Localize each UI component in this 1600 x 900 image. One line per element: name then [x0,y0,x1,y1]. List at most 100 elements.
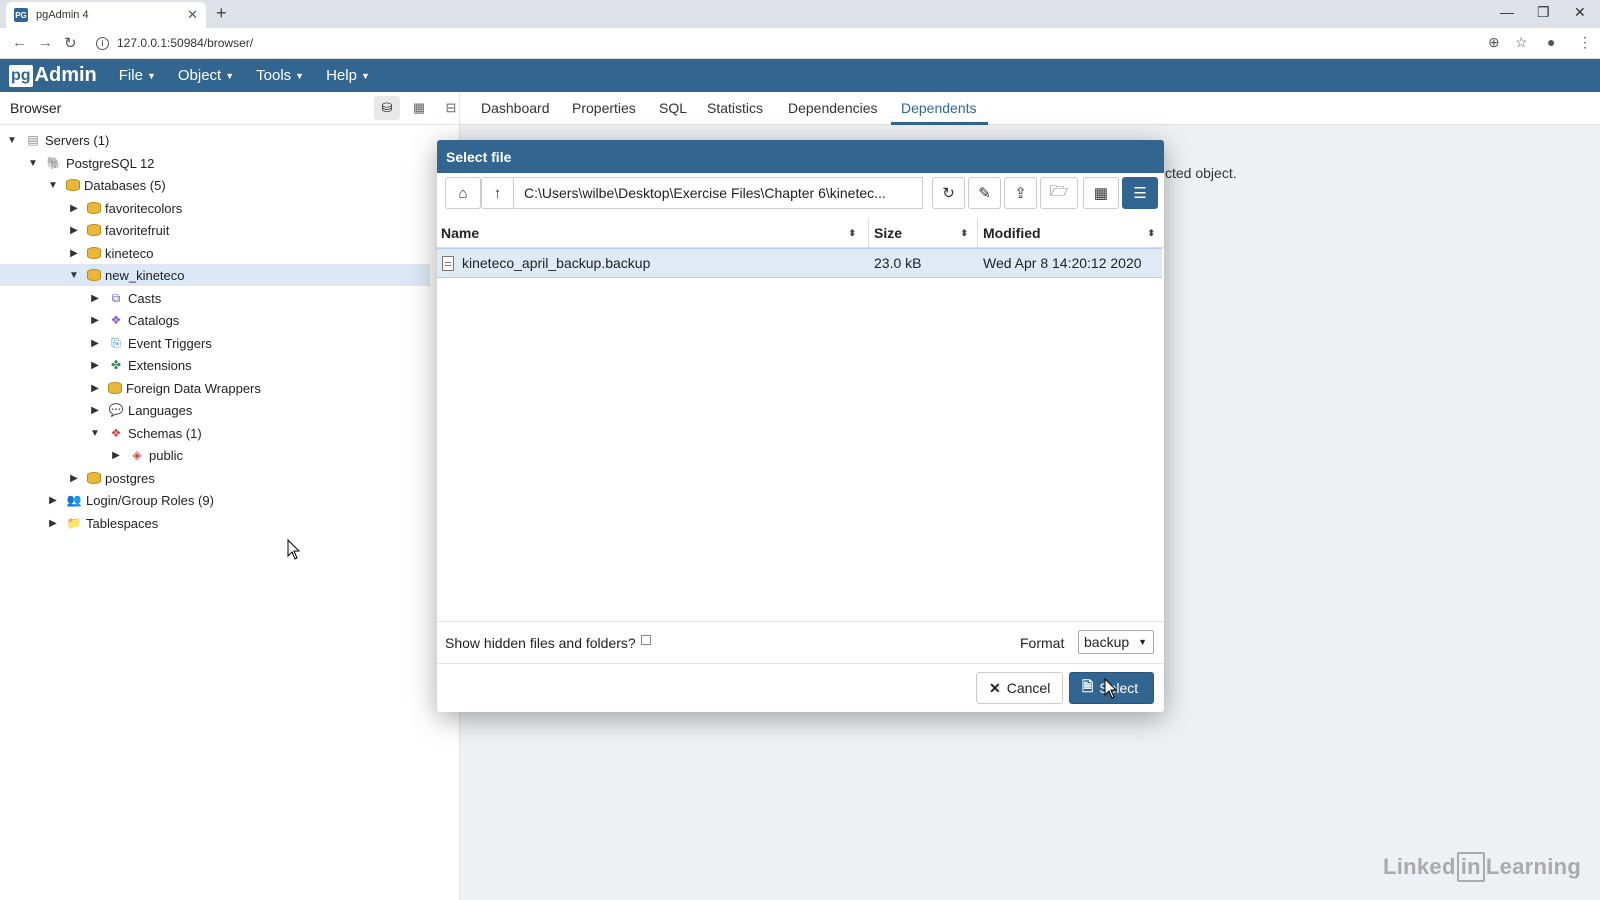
query-tool-icon[interactable]: ⛁ [374,96,400,120]
tab-sql[interactable]: SQL [659,100,687,116]
back-icon[interactable]: ← [12,34,27,51]
zoom-icon[interactable]: ⊕ [1488,34,1500,51]
menu-file[interactable]: File ▼ [119,67,156,84]
browser-tab[interactable]: PG pgAdmin 4 ✕ [6,2,206,28]
menu-help[interactable]: Help ▼ [326,67,370,84]
minimize-icon[interactable]: — [1500,4,1514,20]
new-folder-button[interactable]: 🗁 [1040,177,1078,209]
tree-item-tablespaces[interactable]: ▶ 📁 Tablespaces [46,512,158,534]
new-tab-icon[interactable]: + [216,3,227,24]
tree-item-postgres[interactable]: ▶ postgres [67,467,155,489]
sort-icon: ⬍ [960,227,968,238]
tree-item-kineteco[interactable]: ▶ kineteco [67,242,153,264]
linkedin-learning-watermark: Linked in Learning [1383,852,1581,882]
column-modified[interactable]: Modified ⬍ [983,218,1161,248]
chevron-right-icon[interactable]: ▶ [67,203,81,214]
database-icon [87,247,101,259]
restore-icon[interactable]: ❐ [1537,4,1550,21]
chrome-menu-icon[interactable]: ⋮ [1578,34,1592,51]
database-icon [87,202,101,214]
extensions-icon: ✤ [110,358,122,372]
mouse-cursor-icon [287,539,301,560]
view-data-icon[interactable]: ▦ [406,96,432,120]
tab-dependencies[interactable]: Dependencies [788,100,878,116]
chevron-right-icon[interactable]: ▶ [88,383,102,394]
tab-properties[interactable]: Properties [572,100,636,116]
tab-dependents[interactable]: Dependents [901,100,977,116]
column-name[interactable]: Name ⬍ [441,218,862,248]
chevron-down-icon[interactable]: ▼ [88,428,102,439]
chevron-down-icon[interactable]: ▼ [46,180,60,191]
show-hidden-checkbox[interactable] [640,635,651,645]
menu-tools[interactable]: Tools ▼ [256,67,304,84]
menu-object[interactable]: Object ▼ [178,67,234,84]
tree-item-casts[interactable]: ▶ ⧉ Casts [88,287,161,309]
chevron-right-icon[interactable]: ▶ [88,360,102,371]
tree-label: Casts [128,290,162,306]
close-window-icon[interactable]: ✕ [1574,4,1586,21]
tab-statistics[interactable]: Statistics [707,100,763,116]
tree-item-postgresql-12[interactable]: ▼ 🐘 PostgreSQL 12 [26,152,154,174]
chevron-right-icon[interactable]: ▶ [67,225,81,236]
forward-icon[interactable]: → [38,34,53,51]
chevron-right-icon[interactable]: ▶ [67,473,81,484]
file-name: kineteco_april_backup.backup [462,255,651,271]
tree-item-catalogs[interactable]: ▶ ❖ Catalogs [88,309,179,331]
dropdown-arrow-icon: ▼ [1138,637,1147,647]
column-divider [977,218,978,248]
tree-item-login-group-roles[interactable]: ▶ 👥 Login/Group Roles (9) [46,489,214,511]
chevron-right-icon[interactable]: ▶ [109,450,123,461]
list-view-button[interactable]: ☰ [1122,177,1158,209]
tree-label: Servers (1) [45,132,110,148]
refresh-button[interactable]: ↻ [932,177,965,209]
new-folder-icon: 🗁 [1049,182,1069,200]
tree-item-event-triggers[interactable]: ▶ ⎘ Event Triggers [88,332,212,354]
roles-icon: 👥 [66,493,82,507]
refresh-icon: ↻ [942,185,955,202]
column-name-label: Name [441,225,480,241]
tree-item-public[interactable]: ▶ ◈ public [109,444,183,466]
rename-button[interactable]: ✎ [968,177,1001,209]
tree-label: Catalogs [128,312,180,328]
path-input[interactable]: C:\Users\wilbe\Desktop\Exercise Files\Ch… [513,177,923,209]
tree-item-schemas[interactable]: ▼ ❖ Schemas (1) [88,422,202,444]
tree-label: Login/Group Roles (9) [86,492,214,508]
tree-item-favoritecolors[interactable]: ▶ favoritecolors [67,197,182,219]
site-info-icon[interactable]: i [96,36,109,50]
url-field[interactable]: i 127.0.0.1:50984/browser/ [96,31,1496,55]
chevron-right-icon[interactable]: ▶ [46,495,60,506]
reload-icon[interactable]: ↻ [64,34,77,52]
chevron-right-icon[interactable]: ▶ [46,518,60,529]
tree-item-servers[interactable]: ▼ ▤ Servers (1) [5,129,109,151]
file-row[interactable]: kineteco_april_backup.backup 23.0 kB Wed… [437,248,1162,278]
tab-dashboard[interactable]: Dashboard [481,100,550,116]
tree-item-favoritefruit[interactable]: ▶ favoritefruit [67,219,169,241]
tree-item-extensions[interactable]: ▶ ✤ Extensions [88,354,191,376]
chevron-right-icon[interactable]: ▶ [88,338,102,349]
chevron-down-icon[interactable]: ▼ [26,158,40,169]
format-select[interactable]: backup ▼ [1078,630,1154,654]
column-size-label: Size [874,225,903,241]
cancel-button[interactable]: ✕ Cancel [976,672,1063,704]
chevron-down-icon[interactable]: ▼ [67,270,81,281]
upload-button[interactable]: ⇪ [1004,177,1037,209]
address-bar: ← → ↻ i 127.0.0.1:50984/browser/ ⊕ ☆ ● ⋮ [0,28,1600,59]
tree-item-new-kineteco[interactable]: ▼ new_kineteco [0,264,430,286]
tree-item-databases[interactable]: ▼ Databases (5) [46,174,166,196]
file-grid-header: Name ⬍ Size ⬍ Modified ⬍ [437,218,1164,248]
chevron-down-icon[interactable]: ▼ [5,135,19,146]
close-tab-icon[interactable]: ✕ [187,7,198,23]
chevron-right-icon[interactable]: ▶ [67,248,81,259]
chevron-right-icon[interactable]: ▶ [88,405,102,416]
grid-view-button[interactable]: ▦ [1083,177,1119,209]
home-button[interactable]: ⌂ [445,177,481,209]
tree-item-languages[interactable]: ▶ 💬 Languages [88,399,192,421]
column-size[interactable]: Size ⬍ [874,218,974,248]
chevron-right-icon[interactable]: ▶ [88,315,102,326]
profile-icon[interactable]: ● [1547,34,1555,50]
watermark-left: Linked [1383,854,1456,879]
tree-item-foreign-data-wrappers[interactable]: ▶ Foreign Data Wrappers [88,377,261,399]
chevron-right-icon[interactable]: ▶ [88,293,102,304]
bookmark-star-icon[interactable]: ☆ [1515,34,1528,51]
up-folder-button[interactable]: ↑ [481,177,514,209]
